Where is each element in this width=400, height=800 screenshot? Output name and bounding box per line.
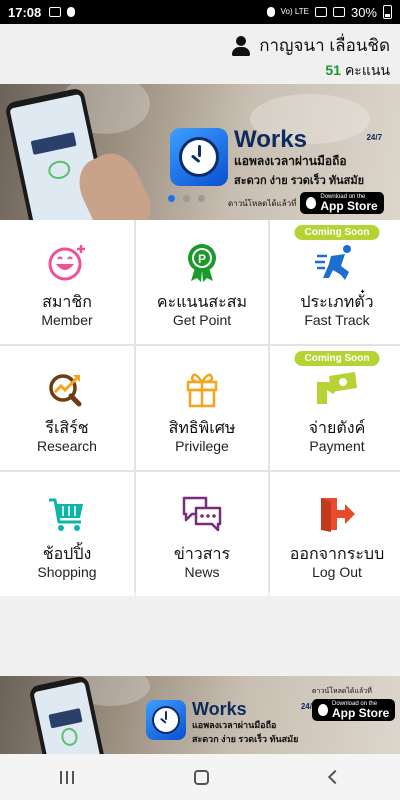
menu-tile-research[interactable]: รีเสิร์ช Research bbox=[0, 346, 134, 470]
signal-icon bbox=[332, 7, 345, 17]
gift-box-icon bbox=[186, 373, 218, 408]
recents-icon[interactable] bbox=[60, 770, 75, 784]
menu-tile-privilege[interactable]: สิทธิพิเศษ Privilege bbox=[136, 346, 268, 470]
works-brand: Works 24/7 bbox=[234, 126, 383, 153]
svg-text:P: P bbox=[198, 252, 206, 266]
coming-soon-badge: Coming Soon bbox=[294, 225, 380, 240]
system-navigation-bar bbox=[0, 754, 400, 800]
microphone-icon bbox=[67, 7, 76, 17]
carousel-dots[interactable] bbox=[168, 195, 205, 202]
carousel-dot-2[interactable] bbox=[183, 195, 190, 202]
menu-tile-logout[interactable]: ออกจากระบบ Log Out bbox=[270, 472, 400, 596]
menu-tile-member[interactable]: สมาชิก Member bbox=[0, 220, 134, 344]
battery-icon bbox=[383, 5, 392, 19]
menu-tile-payment[interactable]: Coming Soon จ่ายตังค์ Payment bbox=[270, 346, 400, 470]
chat-bubbles-icon bbox=[182, 496, 222, 532]
download-text: ดาวน์โหลดได้แล้วที่ bbox=[228, 198, 297, 208]
award-ribbon-icon: P bbox=[188, 244, 216, 282]
app-store-badge[interactable]: Download on the App Store bbox=[300, 192, 384, 214]
menu-label-en: Get Point bbox=[172, 312, 232, 328]
cash-payment-icon bbox=[317, 372, 357, 404]
running-man-icon bbox=[315, 245, 351, 280]
banner-line-2: สะดวก ง่าย รวดเร็ว ทันสมัย bbox=[192, 734, 299, 744]
battery-percent: 30% bbox=[350, 4, 377, 20]
home-icon[interactable] bbox=[194, 769, 210, 785]
menu-grid: สมาชิก Member P คะแนนสะสม Get Point Comi… bbox=[0, 220, 400, 596]
alarm-icon bbox=[266, 7, 275, 17]
promo-banner-bottom[interactable]: Works 24/7 แอพลงเวลาผ่านมือถือ สะดวก ง่าย… bbox=[0, 676, 400, 754]
menu-tile-fast-track[interactable]: Coming Soon ประเภทตั๋ว Fast Track bbox=[270, 220, 400, 344]
points-value: 51 bbox=[325, 62, 341, 78]
exit-door-icon bbox=[321, 498, 355, 532]
user-profile[interactable]: กาญจนา เลื่อนชิด bbox=[231, 32, 390, 59]
coming-soon-badge: Coming Soon bbox=[294, 351, 380, 366]
apple-icon bbox=[306, 197, 317, 209]
back-icon[interactable] bbox=[327, 769, 342, 785]
works-app-icon bbox=[170, 128, 228, 186]
menu-label-en: Payment bbox=[309, 438, 365, 454]
menu-label-en: Log Out bbox=[312, 564, 362, 580]
menu-label-en: Privilege bbox=[175, 438, 229, 454]
menu-tile-shopping[interactable]: ช้อปปิ้ง Shopping bbox=[0, 472, 134, 596]
user-icon bbox=[231, 35, 251, 56]
menu-label-en: Fast Track bbox=[304, 312, 370, 328]
works-app-icon bbox=[146, 700, 186, 740]
menu-tile-get-point[interactable]: P คะแนนสะสม Get Point bbox=[136, 220, 268, 344]
carousel-dot-3[interactable] bbox=[198, 195, 205, 202]
header: กาญจนา เลื่อนชิด 51 คะแนน bbox=[0, 24, 400, 84]
app-store-badge[interactable]: Download on the App Store bbox=[312, 699, 396, 721]
works-brand: Works 24/7 bbox=[192, 699, 317, 719]
carousel-dot-1[interactable] bbox=[168, 195, 175, 202]
menu-label-en: Member bbox=[41, 312, 93, 328]
banner-line-1: แอพลงเวลาผ่านมือถือ bbox=[192, 720, 277, 730]
user-name: กาญจนา เลื่อนชิด bbox=[259, 36, 390, 55]
menu-label-en: Research bbox=[37, 438, 97, 454]
smiley-plus-icon bbox=[48, 245, 85, 281]
wifi-icon bbox=[314, 7, 327, 17]
download-text: ดาวน์โหลดได้แล้วที่ bbox=[312, 688, 372, 695]
status-time: 17:08 bbox=[8, 4, 42, 20]
menu-label-en: Shopping bbox=[37, 564, 97, 580]
points-summary: 51 คะแนน bbox=[325, 60, 390, 82]
status-bar: 17:08 Vo) LTE 30% bbox=[0, 0, 400, 24]
banner-line-1: แอพลงเวลาผ่านมือถือ bbox=[234, 154, 347, 168]
magnifier-chart-icon bbox=[49, 374, 82, 407]
network-label: Vo) LTE bbox=[280, 7, 309, 16]
menu-tile-news[interactable]: ข่าวสาร News bbox=[136, 472, 268, 596]
apple-icon bbox=[318, 704, 328, 716]
gallery-icon bbox=[49, 7, 62, 17]
menu-label-en: News bbox=[184, 564, 220, 580]
shopping-cart-icon bbox=[49, 498, 83, 531]
banner-line-2: สะดวก ง่าย รวดเร็ว ทันสมัย bbox=[234, 175, 365, 187]
points-unit: คะแนน bbox=[344, 62, 390, 78]
